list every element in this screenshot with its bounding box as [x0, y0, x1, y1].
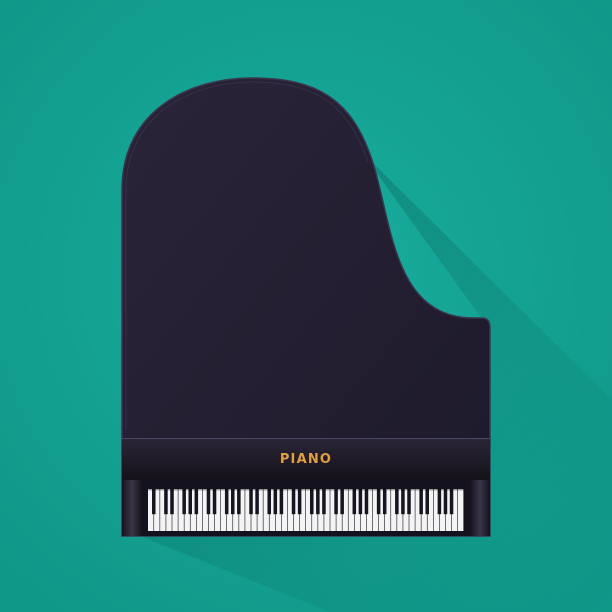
black-key [279, 489, 284, 515]
black-key [419, 489, 423, 515]
black-key [249, 489, 253, 515]
black-key [316, 489, 320, 515]
black-key [291, 489, 296, 515]
keyboard [148, 489, 464, 531]
black-key [182, 489, 186, 515]
black-key [334, 489, 338, 515]
right-key-cheek [470, 480, 490, 536]
black-key [206, 489, 211, 515]
black-key [310, 489, 314, 515]
black-key [237, 489, 241, 515]
black-key [425, 489, 429, 515]
black-key [407, 489, 411, 515]
black-key [164, 489, 168, 515]
black-key [340, 489, 344, 515]
key-slip-shadow [148, 489, 464, 491]
black-key [449, 489, 454, 515]
white-key [457, 489, 464, 531]
black-key [224, 489, 229, 515]
black-key [152, 489, 156, 515]
black-key [437, 489, 442, 515]
black-key [358, 489, 363, 515]
black-key [297, 489, 302, 515]
black-key [231, 489, 235, 515]
piano-illustration: PIANO [0, 0, 612, 612]
black-key [352, 489, 357, 515]
black-key [376, 489, 381, 515]
black-key [170, 489, 174, 515]
black-key [273, 489, 278, 515]
black-key [443, 489, 448, 515]
black-key [255, 489, 259, 515]
black-key [267, 489, 271, 515]
black-key [401, 489, 405, 515]
black-key [212, 489, 217, 515]
black-key [322, 489, 326, 515]
black-key [364, 489, 369, 515]
left-key-cheek [122, 480, 142, 536]
brand-label: PIANO [280, 452, 332, 467]
black-key [395, 489, 399, 515]
black-key [194, 489, 199, 515]
black-key [382, 489, 387, 515]
black-key [188, 489, 192, 515]
